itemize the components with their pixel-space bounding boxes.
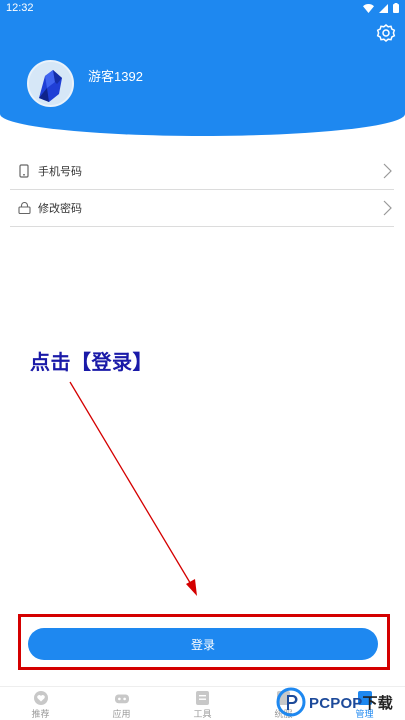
lock-icon — [14, 202, 34, 214]
wifi-icon — [363, 3, 374, 13]
tools-icon — [196, 691, 210, 705]
tab-recommend[interactable]: 推荐 — [0, 687, 81, 720]
avatar[interactable] — [27, 60, 74, 107]
heart-icon — [33, 691, 48, 705]
watermark-brand: PCPOP — [309, 694, 363, 712]
menu-item-label: 手机号码 — [38, 166, 82, 178]
status-bar: 12:32 — [0, 0, 405, 16]
status-time: 12:32 — [6, 2, 34, 14]
signal-icon — [379, 3, 388, 13]
tab-label: 工具 — [193, 709, 212, 719]
pcpop-logo-icon — [276, 687, 306, 717]
phone-icon — [14, 164, 34, 178]
watermark-text: PCPOP下载 — [309, 692, 393, 713]
login-button[interactable]: 登录 — [28, 628, 378, 660]
tab-apps[interactable]: 应用 — [81, 687, 162, 720]
tab-label: 推荐 — [31, 709, 50, 719]
avatar-image — [29, 62, 72, 105]
apps-icon — [114, 691, 129, 705]
username: 游客1392 — [88, 69, 143, 84]
settings-button[interactable] — [375, 22, 397, 44]
menu-item-change-password[interactable]: 修改密码 — [10, 190, 394, 227]
menu-item-phone[interactable]: 手机号码 — [10, 153, 394, 190]
tab-tools[interactable]: 工具 — [162, 687, 243, 720]
tab-label: 应用 — [112, 709, 131, 719]
watermark-suffix: 下载 — [362, 694, 393, 712]
status-icons — [363, 3, 399, 13]
watermark: PCPOP下载 — [276, 684, 405, 720]
account-menu: 手机号码 修改密码 — [10, 153, 394, 227]
battery-icon — [393, 3, 399, 13]
chevron-right-icon — [383, 163, 392, 184]
annotation-text: 点击【登录】 — [30, 350, 153, 374]
menu-item-label: 修改密码 — [38, 203, 82, 215]
chevron-right-icon — [383, 200, 392, 221]
gear-icon — [376, 24, 396, 42]
